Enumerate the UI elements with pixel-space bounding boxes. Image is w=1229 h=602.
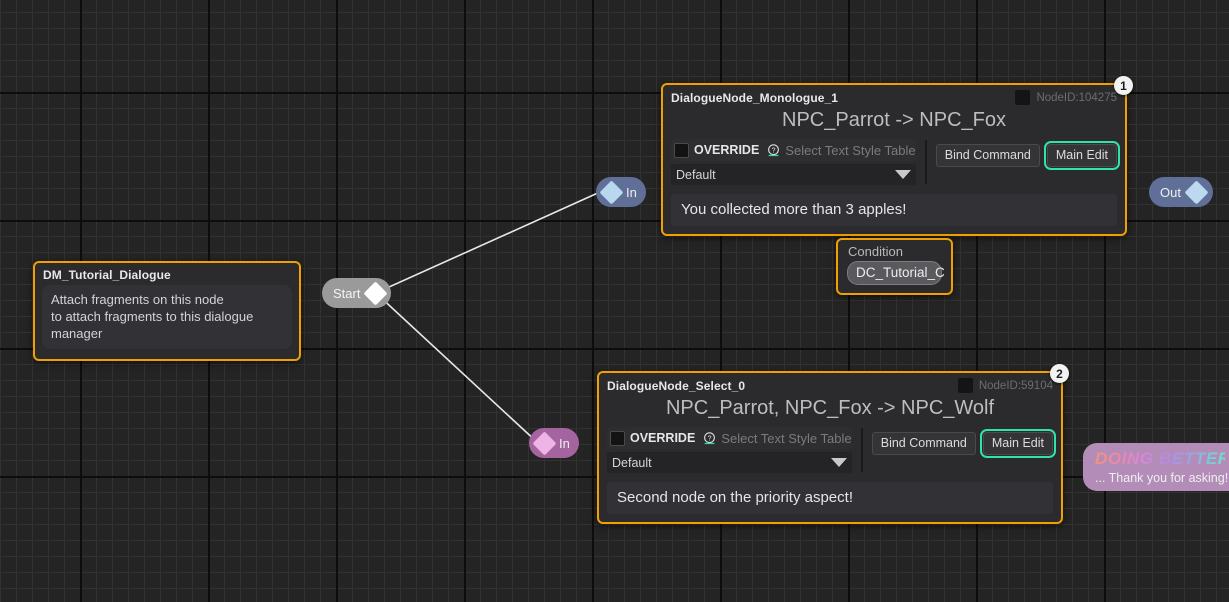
pin-in-monologue[interactable]: In xyxy=(596,177,646,207)
select-style-table-value: Default xyxy=(612,455,652,470)
condition-value-pill[interactable]: DC_Tutorial_C xyxy=(847,261,945,285)
select-style-controls: OVERRIDE ? Select Text Style Table Defau… xyxy=(607,427,852,473)
select-text-style-table-label[interactable]: Select Text Style Table xyxy=(785,143,915,158)
select-node-id: NodeID:59104 xyxy=(978,379,1053,392)
pin-out-monologue[interactable]: Out xyxy=(1149,177,1213,207)
node-order-badge-2[interactable]: 2 xyxy=(1050,364,1069,383)
pin-out-label: Out xyxy=(1160,184,1181,200)
monologue-node-heading: NPC_Parrot -> NPC_Fox xyxy=(782,109,1006,131)
pin-diamond-icon[interactable] xyxy=(599,179,624,205)
monologue-action-buttons: Bind Command Main Edit xyxy=(935,139,1121,170)
node-dm-tutorial-dialogue[interactable]: DM_Tutorial_Dialogue Attach fragments on… xyxy=(33,261,301,361)
override-label: OVERRIDE xyxy=(694,143,760,157)
node-dialogue-monologue-1[interactable]: DialogueNode_Monologue_1 NodeID:104275 N… xyxy=(661,83,1127,236)
override-label: OVERRIDE xyxy=(630,431,696,445)
chevron-down-icon[interactable] xyxy=(894,170,911,179)
offscreen-node-headline: DOING BETTER T xyxy=(1095,449,1229,468)
dm-node-body: Attach fragments on this node to attach … xyxy=(42,285,292,349)
pin-in-monologue-label: In xyxy=(626,184,637,200)
node-condition[interactable]: Condition DC_Tutorial_C xyxy=(836,238,953,295)
dm-node-title: DM_Tutorial_Dialogue xyxy=(43,268,171,282)
select-title-row: DialogueNode_Select_0 NodeID:59104 xyxy=(599,373,1061,396)
pin-start-label: Start xyxy=(333,285,361,301)
dm-node-body-line-1: Attach fragments on this node xyxy=(51,292,224,307)
pin-diamond-icon[interactable] xyxy=(363,280,388,306)
node-order-badge-1[interactable]: 1 xyxy=(1114,76,1133,95)
monologue-override-bar[interactable]: OVERRIDE ? Select Text Style Table xyxy=(671,139,916,161)
dm-node-body-line-2: to attach fragments to this dialogue man… xyxy=(51,309,254,341)
main-edit-button[interactable]: Main Edit xyxy=(1043,141,1121,170)
help-circle-icon[interactable]: ? xyxy=(703,431,716,445)
monologue-style-table-value: Default xyxy=(676,167,716,182)
select-node-heading: NPC_Parrot, NPC_Fox -> NPC_Wolf xyxy=(665,397,995,419)
monologue-node-id-group: NodeID:104275 xyxy=(1015,90,1117,105)
svg-text:?: ? xyxy=(708,435,712,442)
bind-command-button[interactable]: Bind Command xyxy=(935,144,1040,167)
pin-in-select[interactable]: In xyxy=(529,428,579,458)
select-action-buttons: Bind Command Main Edit xyxy=(871,427,1057,458)
override-checkbox[interactable] xyxy=(610,430,625,446)
color-swatch[interactable] xyxy=(1015,90,1031,105)
pin-diamond-icon[interactable] xyxy=(532,430,557,456)
monologue-node-title: DialogueNode_Monologue_1 xyxy=(671,90,839,105)
wire-start-to-select xyxy=(377,294,539,444)
controls-divider xyxy=(860,428,863,472)
svg-text:?: ? xyxy=(772,147,776,154)
override-checkbox[interactable] xyxy=(674,142,689,158)
select-node-id-group: NodeID:59104 xyxy=(957,378,1053,393)
pin-start[interactable]: Start xyxy=(322,278,392,308)
controls-divider xyxy=(924,140,927,184)
color-swatch[interactable] xyxy=(957,378,973,393)
monologue-style-controls: OVERRIDE ? Select Text Style Table Defau… xyxy=(671,139,916,185)
monologue-dialogue-text[interactable]: You collected more than 3 apples! xyxy=(671,194,1117,226)
condition-label: Condition xyxy=(848,244,903,259)
pin-diamond-icon[interactable] xyxy=(1184,179,1209,205)
monologue-style-table-combo[interactable]: Default xyxy=(671,164,916,185)
wire-start-to-monologue xyxy=(377,191,601,293)
node-dialogue-select-0[interactable]: DialogueNode_Select_0 NodeID:59104 NPC_P… xyxy=(597,371,1063,524)
bind-command-button[interactable]: Bind Command xyxy=(871,432,976,455)
node-offscreen-response[interactable]: DOING BETTER T ... Thank you for asking!… xyxy=(1083,443,1229,491)
select-style-table-combo[interactable]: Default xyxy=(607,452,852,473)
chevron-down-icon[interactable] xyxy=(830,458,847,467)
select-node-title: DialogueNode_Select_0 xyxy=(607,378,746,393)
main-edit-button[interactable]: Main Edit xyxy=(979,429,1057,458)
select-override-bar[interactable]: OVERRIDE ? Select Text Style Table xyxy=(607,427,852,449)
monologue-node-id: NodeID:104275 xyxy=(1036,91,1117,104)
select-text-style-table-label[interactable]: Select Text Style Table xyxy=(721,431,851,446)
dm-node-title-row: DM_Tutorial_Dialogue xyxy=(35,263,299,283)
select-controls-row: OVERRIDE ? Select Text Style Table Defau… xyxy=(599,427,1061,473)
graph-canvas[interactable]: DM_Tutorial_Dialogue Attach fragments on… xyxy=(0,0,1229,602)
select-dialogue-text[interactable]: Second node on the priority aspect! xyxy=(607,482,1053,514)
help-circle-icon[interactable]: ? xyxy=(767,143,780,157)
monologue-controls-row: OVERRIDE ? Select Text Style Table Defau… xyxy=(663,139,1125,185)
offscreen-node-subline: ... Thank you for asking!! xyxy=(1095,471,1229,485)
monologue-title-row: DialogueNode_Monologue_1 NodeID:104275 xyxy=(663,85,1125,108)
pin-in-select-label: In xyxy=(559,435,570,451)
